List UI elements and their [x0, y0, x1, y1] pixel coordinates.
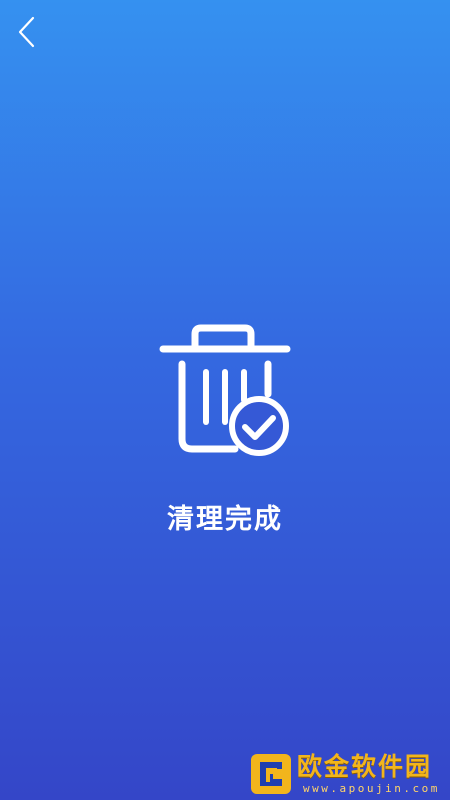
- watermark: 欧金软件园 www.apoujin.com: [245, 746, 450, 800]
- cleanup-complete-screen: 清理完成 欧金软件园 www.apoujin.com: [0, 0, 450, 800]
- watermark-url: www.apoujin.com: [303, 782, 440, 795]
- trash-can-check-icon: [159, 324, 291, 456]
- back-button[interactable]: [8, 12, 48, 52]
- watermark-logo-icon: [251, 754, 291, 794]
- cleanup-complete-title: 清理完成: [167, 504, 283, 535]
- chevron-left-icon: [18, 16, 35, 48]
- watermark-name: 欧金软件园: [297, 752, 433, 781]
